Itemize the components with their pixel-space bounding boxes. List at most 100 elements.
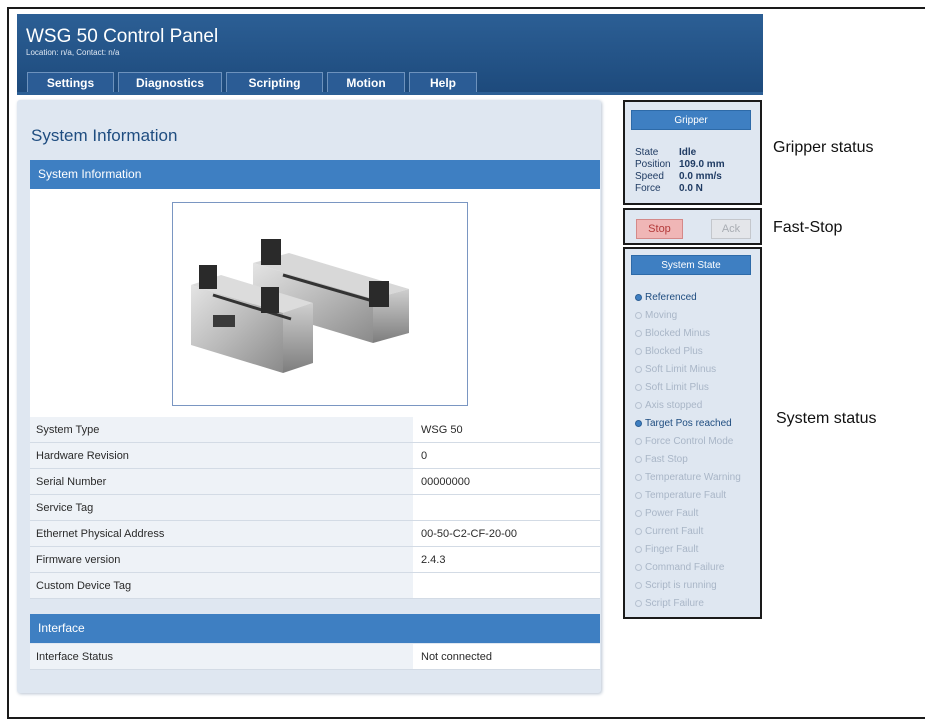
tab-help[interactable]: Help [409, 72, 477, 92]
status-off-icon [635, 564, 642, 571]
info-row-ethernet-address: Ethernet Physical Address 00-50-C2-CF-20… [30, 521, 600, 547]
state-item: Power Fault [635, 508, 698, 519]
product-image-area [30, 189, 600, 417]
info-label: Interface Status [30, 644, 413, 669]
status-off-icon [635, 600, 642, 607]
info-value: WSG 50 [413, 417, 600, 442]
state-item: Blocked Minus [635, 328, 710, 339]
gripper-button[interactable]: Gripper [631, 110, 751, 130]
info-value: 0 [413, 443, 600, 468]
info-row-custom-device-tag: Custom Device Tag [30, 573, 600, 599]
info-row-system-type: System Type WSG 50 [30, 417, 600, 443]
info-value: Not connected [413, 644, 600, 669]
state-item: Target Pos reached [635, 418, 732, 429]
annotation-gripper-status: Gripper status [773, 139, 874, 156]
location-contact: Location: n/a, Contact: n/a [26, 48, 120, 57]
status-off-icon [635, 546, 642, 553]
state-item-label: Script is running [645, 580, 717, 591]
state-item-label: Soft Limit Plus [645, 382, 709, 393]
gripper-position: Position 109.0 mm [635, 159, 725, 170]
info-label: Ethernet Physical Address [30, 521, 413, 546]
status-off-icon [635, 384, 642, 391]
gripper-force: Force 0.0 N [635, 183, 703, 194]
status-on-icon [635, 294, 642, 301]
tab-scripting[interactable]: Scripting [226, 72, 323, 92]
page-title: System Information [31, 126, 178, 145]
info-value [413, 573, 600, 598]
state-item: Blocked Plus [635, 346, 703, 357]
status-off-icon [635, 582, 642, 589]
state-item: Current Fault [635, 526, 703, 537]
state-item: Temperature Warning [635, 472, 741, 483]
state-item: Script is running [635, 580, 717, 591]
system-state-panel: System State Referenced Moving Blocked Min… [623, 247, 762, 619]
status-off-icon [635, 312, 642, 319]
state-item-label: Blocked Plus [645, 346, 703, 357]
annotation-fast-stop: Fast-Stop [773, 219, 843, 236]
info-label: Service Tag [30, 495, 413, 520]
state-item: Fast Stop [635, 454, 688, 465]
state-item-label: Force Control Mode [645, 436, 734, 447]
state-item-label: Command Failure [645, 562, 725, 573]
tab-settings[interactable]: Settings [27, 72, 114, 92]
state-item-label: Soft Limit Minus [645, 364, 717, 375]
header-underline [17, 92, 763, 95]
state-item: Soft Limit Plus [635, 382, 709, 393]
gripper-speed: Speed 0.0 mm/s [635, 171, 722, 182]
status-off-icon [635, 348, 642, 355]
tab-motion[interactable]: Motion [327, 72, 405, 92]
info-row-hardware-revision: Hardware Revision 0 [30, 443, 600, 469]
state-item-label: Temperature Warning [645, 472, 741, 483]
ack-button[interactable]: Ack [711, 219, 751, 239]
section-header-interface: Interface [30, 614, 600, 643]
info-label: Custom Device Tag [30, 573, 413, 598]
tab-diagnostics[interactable]: Diagnostics [118, 72, 222, 92]
info-row-serial-number: Serial Number 00000000 [30, 469, 600, 495]
state-item-label: Axis stopped [645, 400, 703, 411]
info-label: Hardware Revision [30, 443, 413, 468]
state-item-label: Current Fault [645, 526, 704, 537]
info-row-interface-status: Interface Status Not connected [30, 644, 600, 670]
app-title: WSG 50 Control Panel [26, 26, 219, 47]
state-item: Referenced [635, 292, 697, 303]
state-item-label: Finger Fault [645, 544, 699, 555]
main-nav-tabs: Settings Diagnostics Scripting Motion He… [27, 72, 477, 92]
state-item: Finger Fault [635, 544, 698, 555]
gripper-product-image [191, 239, 409, 373]
state-item: Axis stopped [635, 400, 702, 411]
state-item: Moving [635, 310, 677, 321]
product-image-frame [172, 202, 468, 406]
status-off-icon [635, 510, 642, 517]
state-item-label: Blocked Minus [645, 328, 711, 339]
state-item-label: Fast Stop [645, 454, 688, 465]
status-off-icon [635, 492, 642, 499]
info-label: System Type [30, 417, 413, 442]
info-value: 00-50-C2-CF-20-00 [413, 521, 600, 546]
state-item-label: Referenced [645, 292, 697, 303]
status-off-icon [635, 474, 642, 481]
state-item: Soft Limit Minus [635, 364, 716, 375]
info-row-service-tag: Service Tag [30, 495, 600, 521]
gripper-state: State Idle [635, 147, 697, 158]
annotation-system-status: System status [776, 410, 877, 427]
info-label: Firmware version [30, 547, 413, 572]
system-information-panel: System Information System Information Sy… [17, 100, 601, 693]
state-item: Script Failure [635, 598, 704, 609]
system-state-button[interactable]: System State [631, 255, 751, 275]
state-item-label: Moving [645, 310, 678, 321]
status-off-icon [635, 438, 642, 445]
info-value [413, 495, 600, 520]
status-off-icon [635, 366, 642, 373]
stop-button[interactable]: Stop [636, 219, 683, 239]
state-item: Force Control Mode [635, 436, 733, 447]
state-item-label: Target Pos reached [645, 418, 732, 429]
status-off-icon [635, 456, 642, 463]
info-row-firmware-version: Firmware version 2.4.3 [30, 547, 600, 573]
status-off-icon [635, 402, 642, 409]
status-on-icon [635, 420, 642, 427]
state-item: Temperature Fault [635, 490, 726, 501]
state-item: Command Failure [635, 562, 724, 573]
info-value: 2.4.3 [413, 547, 600, 572]
fast-stop-panel: Stop Ack [623, 208, 762, 245]
state-item-label: Temperature Fault [645, 490, 727, 501]
